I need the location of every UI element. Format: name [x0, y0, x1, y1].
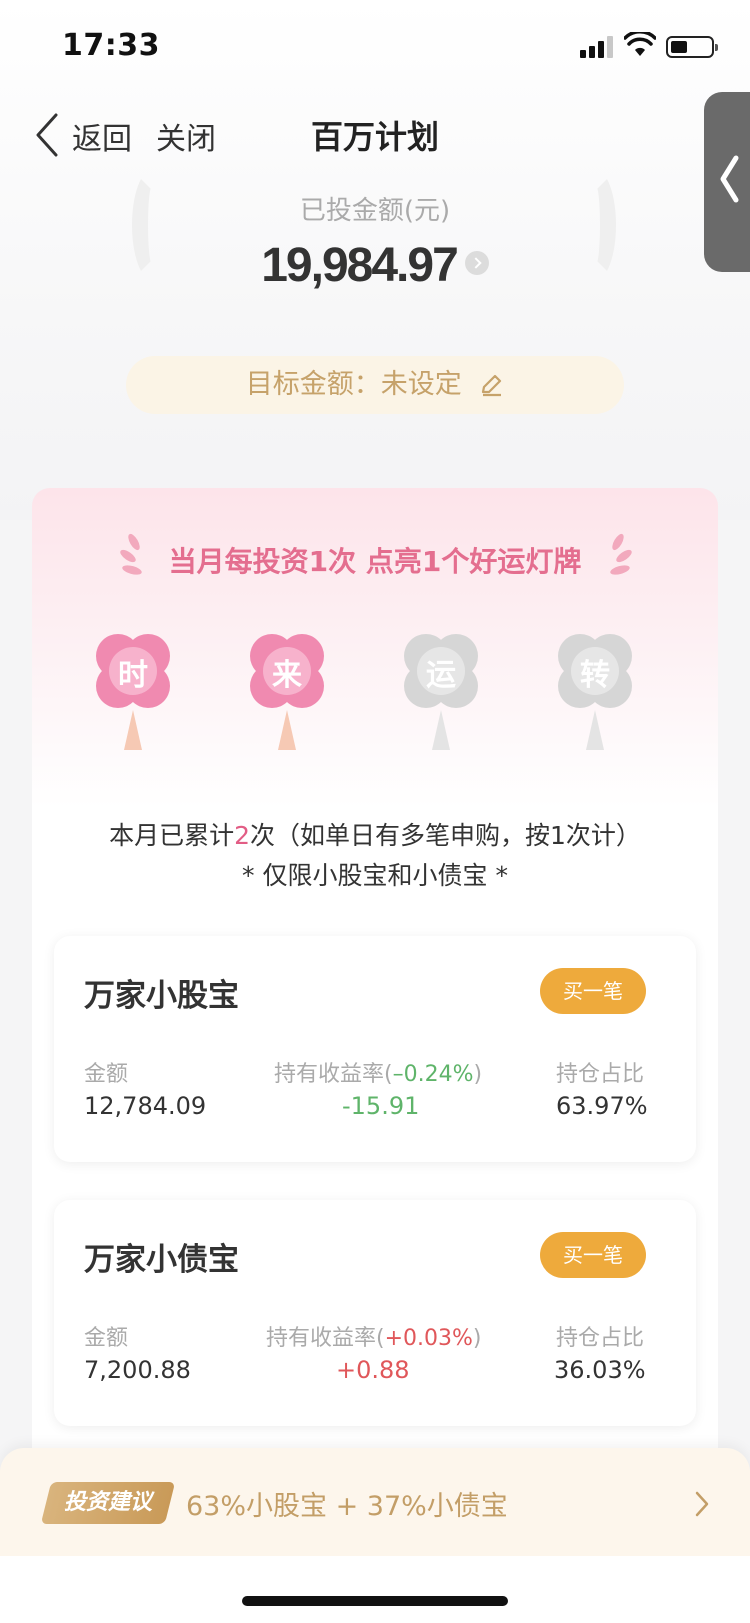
advice-tag: 投资建议 [40, 1482, 176, 1524]
ratio-label: 持仓占比 [556, 1062, 645, 1087]
fund-card-stock[interactable]: 万家小股宝 买一笔 金额 12,784.09 持有收益率(–0.24%) -15… [54, 936, 696, 1162]
tassel-icon [586, 710, 604, 750]
clover-char: 时 [118, 658, 148, 693]
amount-label: 金额 [84, 1062, 129, 1087]
tassel-icon [432, 710, 450, 750]
ratio-label: 持仓占比 [556, 1326, 645, 1351]
cellular-signal-icon [580, 36, 614, 58]
investment-advice-bar[interactable]: 投资建议 63%小股宝 + 37%小债宝 [0, 1448, 750, 1556]
amount-value: 12,784.09 [84, 1092, 207, 1120]
advice-text: 63%小股宝 + 37%小债宝 [186, 1491, 508, 1522]
limit-note: * 仅限小股宝和小债宝 * [242, 861, 508, 890]
invested-amount-row[interactable]: 19,984.97 [0, 238, 750, 293]
fund-name: 万家小债宝 [84, 1242, 239, 1278]
return-label-text: 持有收益率( [266, 1326, 385, 1351]
clover-char: 转 [580, 658, 610, 693]
ratio-value: 63.97% [556, 1092, 648, 1120]
wifi-icon [624, 32, 656, 56]
amount-value: 7,200.88 [84, 1356, 191, 1384]
lucky-clover-3: 运 [396, 626, 486, 756]
status-bar: 17:33 [0, 0, 750, 90]
bottom-safe-area [0, 1556, 750, 1623]
target-amount-button[interactable]: 目标金额：未设定 [126, 356, 624, 414]
count-value: 2 [234, 821, 250, 850]
tassel-icon [278, 710, 296, 750]
nav-bar: 返回 关闭 百万计划 [0, 100, 750, 170]
invested-amount: 19,984.97 [261, 239, 459, 292]
return-label-close: ) [472, 1326, 482, 1351]
count-prefix: 本月已累计 [109, 821, 235, 850]
battery-icon [666, 36, 718, 58]
target-amount-text: 目标金额：未设定 [245, 369, 462, 400]
amount-label: 金额 [84, 1326, 129, 1351]
tassel-icon [124, 710, 142, 750]
chevron-right-icon [695, 1491, 709, 1517]
lucky-clover-4: 转 [550, 626, 640, 756]
return-label-text: 持有收益率( [274, 1062, 393, 1087]
clover-char: 运 [426, 658, 456, 693]
return-value: +0.88 [336, 1356, 410, 1384]
fund-name: 万家小股宝 [84, 978, 239, 1014]
lucky-clover-1: 时 [88, 626, 178, 756]
chevron-right-icon[interactable] [464, 251, 489, 275]
return-label-close: ) [473, 1062, 483, 1087]
return-label: 持有收益率(+0.03%) [266, 1320, 482, 1352]
laurel-right-icon [610, 533, 632, 575]
count-suffix: 次（如单日有多笔申购，按1次计） [250, 821, 641, 850]
fund-card-bond[interactable]: 万家小债宝 买一笔 金额 7,200.88 持有收益率(+0.03%) +0.8… [54, 1200, 696, 1426]
monthly-count-text: 本月已累计2次（如单日有多笔申购，按1次计） [32, 816, 718, 852]
ratio-value: 36.03% [554, 1356, 646, 1384]
status-time: 17:33 [62, 28, 160, 63]
lucky-clover-2: 来 [242, 626, 332, 756]
advice-tag-text: 投资建议 [63, 1490, 152, 1515]
return-value: -15.91 [342, 1092, 420, 1120]
page-title: 百万计划 [310, 118, 439, 156]
return-label: 持有收益率(–0.24%) [274, 1056, 482, 1088]
buy-button[interactable]: 买一笔 [540, 1232, 646, 1278]
return-rate: +0.03% [384, 1326, 473, 1351]
main-card: 当月每投资1次 点亮1个好运灯牌 时 来 运 转 本月已累计2次（如单日有多笔申… [32, 488, 718, 1488]
buy-button[interactable]: 买一笔 [540, 968, 646, 1014]
clover-char: 来 [272, 658, 302, 693]
pencil-icon [482, 374, 502, 397]
home-indicator[interactable] [242, 1596, 508, 1606]
return-rate: –0.24% [392, 1062, 474, 1087]
invested-label: 已投金额(元) [299, 196, 451, 226]
